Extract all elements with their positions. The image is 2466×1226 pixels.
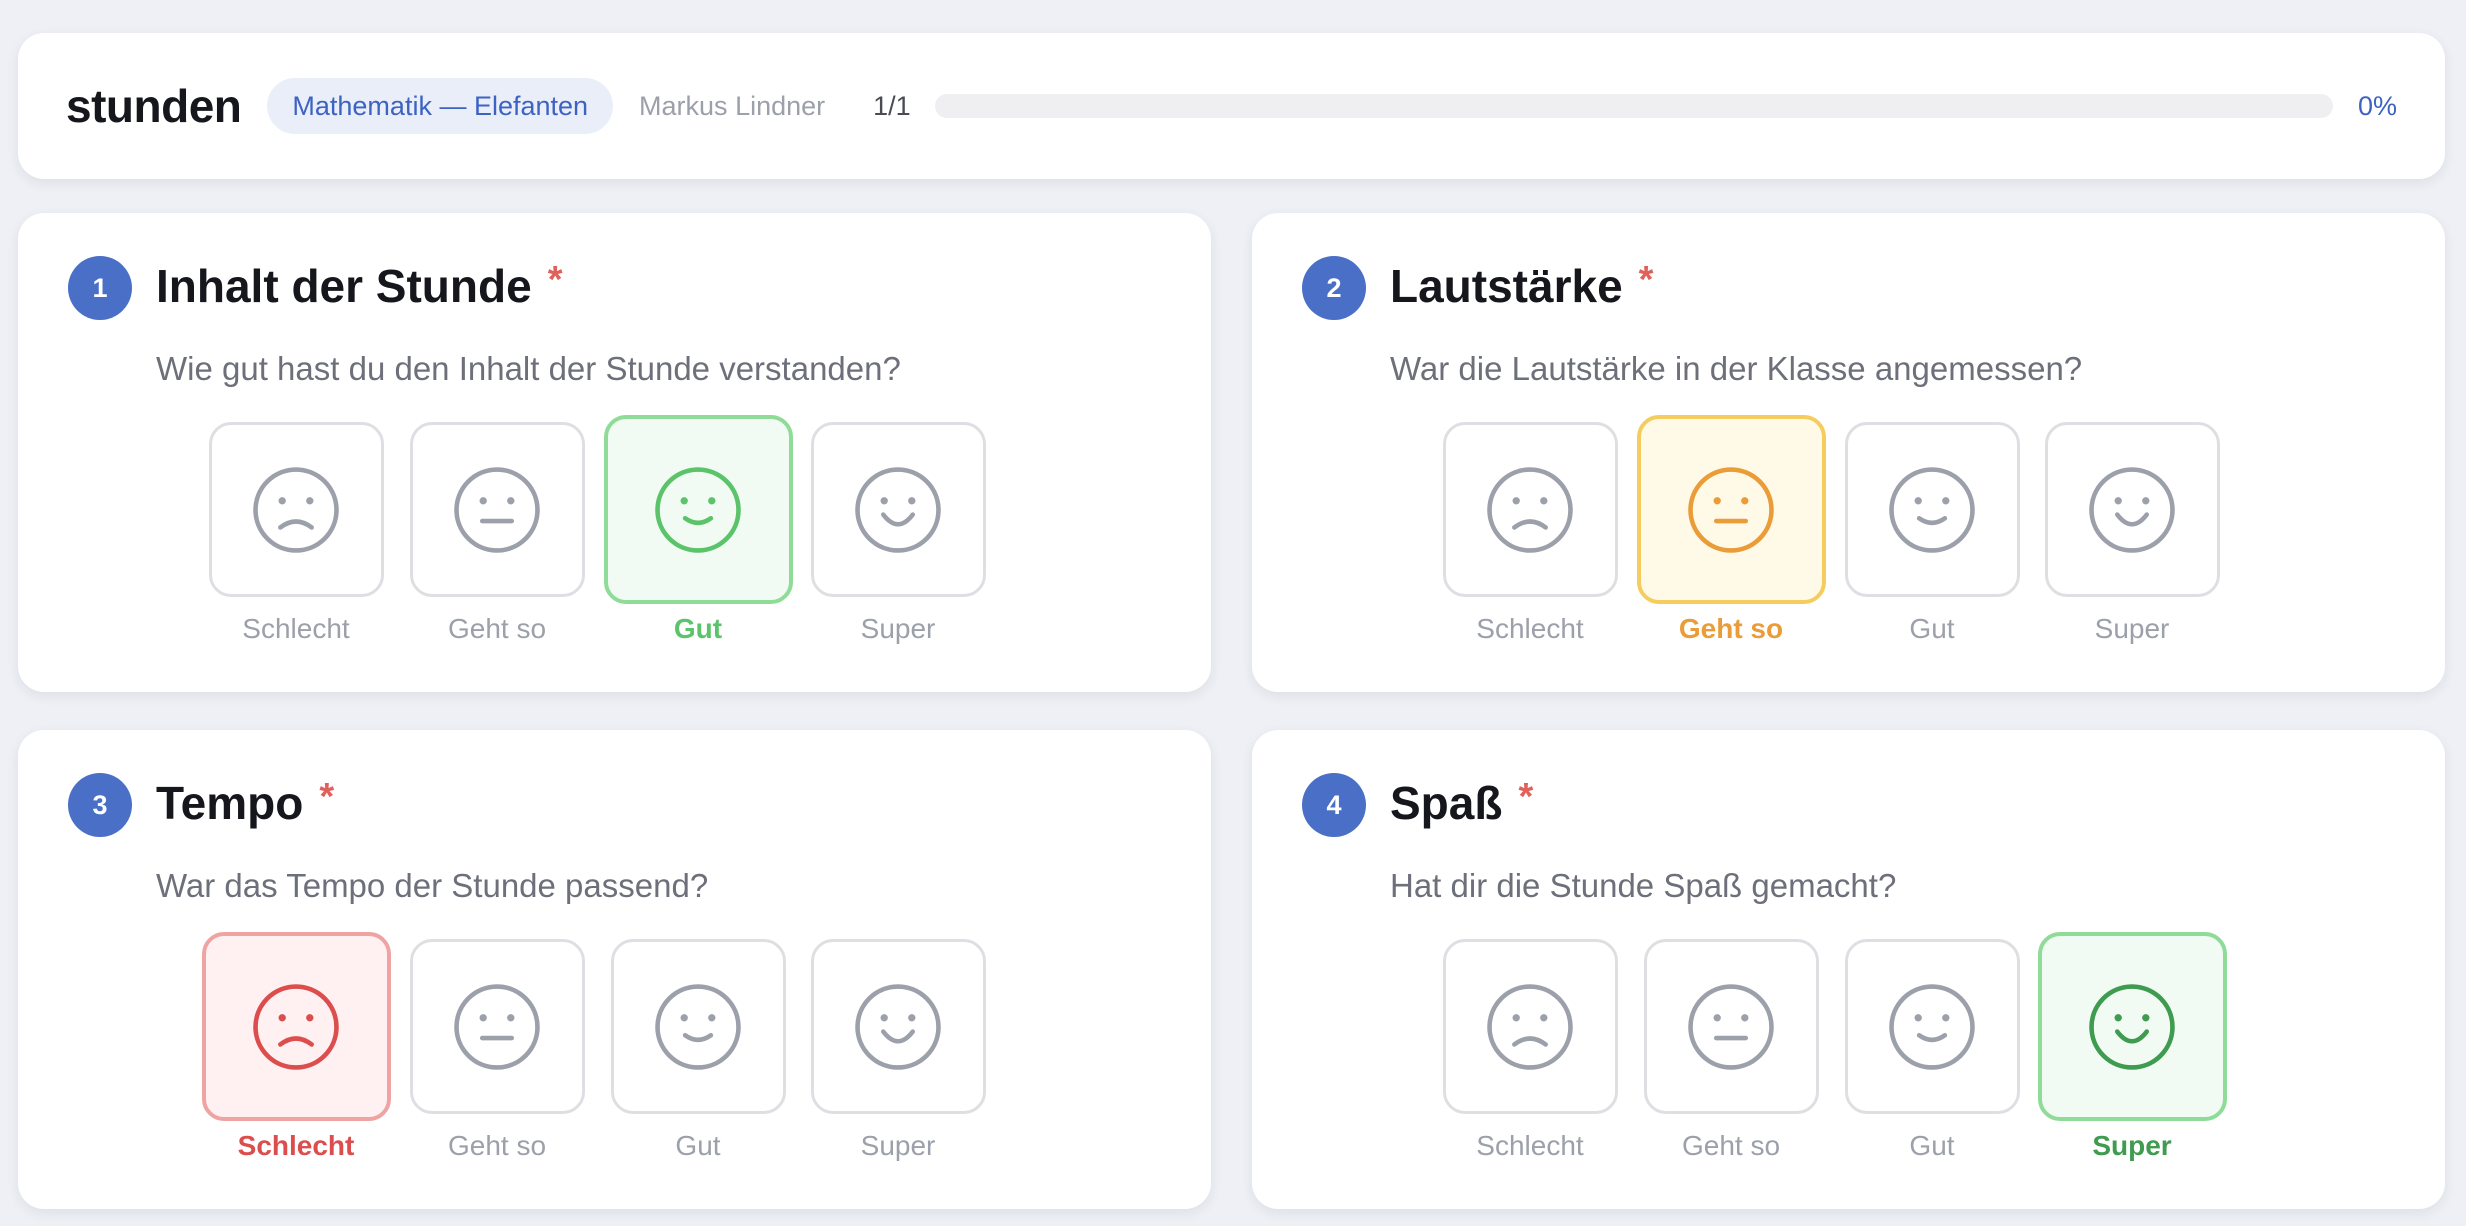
rating-option-label: Geht so (447, 613, 547, 644)
rating-option-label: Gut (1909, 1130, 1955, 1161)
rating-option-label: Super (2092, 1130, 2172, 1161)
sad-face-icon (250, 464, 342, 556)
sad-face-icon (1484, 981, 1576, 1073)
neutral-face-icon (1685, 981, 1777, 1073)
rating-option-label: Geht so (1678, 613, 1784, 644)
teacher-name: Markus Lindner (639, 90, 826, 121)
rating-option-label: Geht so (447, 1130, 547, 1161)
rating-option-geht-so[interactable] (409, 422, 585, 597)
rating-option-label: Schlecht (1476, 1130, 1584, 1161)
sad-face-icon (1484, 464, 1576, 556)
rating-option-label: Gut (675, 1130, 721, 1161)
top-bar: stunden Mathematik — Elefanten Markus Li… (18, 33, 2445, 179)
rating-option-schlecht[interactable] (1442, 939, 1618, 1114)
rating-option-schlecht[interactable] (1442, 422, 1618, 597)
question-card-3: 3 Tempo * War das Tempo der Stunde passend?… (18, 730, 1211, 1209)
progress-percent: 0% (2357, 90, 2397, 121)
question-card-1: 1 Inhalt der Stunde * Wie gut hast du den I… (18, 213, 1211, 692)
rating-option-label: Geht so (1681, 1130, 1781, 1161)
rating-option-super[interactable] (810, 939, 986, 1114)
happy-face-icon (852, 981, 944, 1073)
rating-option-gut[interactable] (1844, 422, 2020, 597)
rating-options: Schlecht Geht so Gut Super (18, 213, 1211, 692)
rating-option-label: Schlecht (1476, 613, 1584, 644)
class-badge: Mathematik — Elefanten (267, 78, 614, 134)
happy-face-icon (2086, 981, 2178, 1073)
rating-option-gut[interactable] (610, 939, 786, 1114)
rating-option-gut[interactable] (603, 415, 793, 604)
rating-option-gut[interactable] (1844, 939, 2020, 1114)
question-card-4: 4 Spaß * Hat dir die Stunde Spaß gemacht? Sc… (1252, 730, 2445, 1209)
neutral-face-icon (1685, 464, 1777, 556)
happy-face-icon (2086, 464, 2178, 556)
neutral-face-icon (451, 981, 543, 1073)
smile-face-icon (1886, 464, 1978, 556)
smile-face-icon (1886, 981, 1978, 1073)
rating-option-super[interactable] (2037, 932, 2227, 1121)
rating-option-label: Schlecht (237, 1130, 355, 1161)
rating-options: Schlecht Geht so Gut Super (1252, 213, 2445, 692)
rating-option-label: Gut (1909, 613, 1955, 644)
rating-option-super[interactable] (810, 422, 986, 597)
rating-option-schlecht[interactable] (201, 932, 391, 1121)
rating-option-label: Schlecht (242, 613, 350, 644)
smile-face-icon (652, 464, 744, 556)
rating-option-geht-so[interactable] (409, 939, 585, 1114)
progress-bar (934, 94, 2333, 118)
rating-options: Schlecht Geht so Gut Super (1252, 730, 2445, 1209)
happy-face-icon (852, 464, 944, 556)
rating-option-super[interactable] (2044, 422, 2220, 597)
app-brand: stunden (66, 80, 242, 132)
rating-option-label: Gut (673, 613, 723, 644)
rating-options: Schlecht Geht so Gut Super (18, 730, 1211, 1209)
rating-option-label: Super (860, 1130, 936, 1161)
question-card-2: 2 Lautstärke * War die Lautstärke in der Kl… (1252, 213, 2445, 692)
sad-face-icon (250, 981, 342, 1073)
page-counter: 1/1 (873, 90, 911, 121)
neutral-face-icon (451, 464, 543, 556)
rating-option-geht-so[interactable] (1643, 939, 1819, 1114)
rating-option-schlecht[interactable] (208, 422, 384, 597)
rating-option-geht-so[interactable] (1636, 415, 1826, 604)
smile-face-icon (652, 981, 744, 1073)
rating-option-label: Super (860, 613, 936, 644)
rating-option-label: Super (2094, 613, 2170, 644)
